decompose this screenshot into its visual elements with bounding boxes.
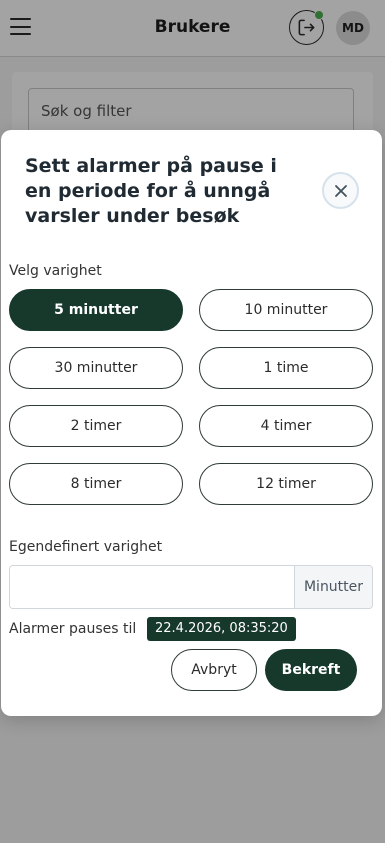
paused-until-label: Alarmer pauses til xyxy=(9,621,137,637)
duration-option-12-hours[interactable]: 12 timer xyxy=(199,463,373,505)
custom-duration-unit: Minutter xyxy=(294,566,372,608)
custom-duration-field: Minutter xyxy=(9,565,373,609)
duration-option-10-minutes[interactable]: 10 minutter xyxy=(199,289,373,331)
paused-until-value: 22.4.2026, 08:35:20 xyxy=(147,617,296,641)
duration-option-1-hour[interactable]: 1 time xyxy=(199,347,373,389)
close-icon xyxy=(334,184,347,197)
duration-options: 5 minutter 10 minutter 30 minutter 1 tim… xyxy=(9,289,374,505)
duration-option-2-hours[interactable]: 2 timer xyxy=(9,405,183,447)
cancel-button[interactable]: Avbryt xyxy=(171,649,257,691)
duration-option-8-hours[interactable]: 8 timer xyxy=(9,463,183,505)
custom-duration-input[interactable] xyxy=(10,566,294,608)
duration-option-4-hours[interactable]: 4 timer xyxy=(199,405,373,447)
close-button[interactable] xyxy=(322,172,359,209)
pause-alarms-dialog: Sett alarmer på pause i en periode for å… xyxy=(1,130,382,716)
duration-option-30-minutes[interactable]: 30 minutter xyxy=(9,347,183,389)
duration-option-5-minutes[interactable]: 5 minutter xyxy=(9,289,183,331)
custom-duration-label: Egendefinert varighet xyxy=(9,539,163,555)
confirm-button[interactable]: Bekreft xyxy=(265,649,357,691)
duration-label: Velg varighet xyxy=(9,263,102,279)
dialog-title: Sett alarmer på pause i en periode for å… xyxy=(25,155,277,227)
